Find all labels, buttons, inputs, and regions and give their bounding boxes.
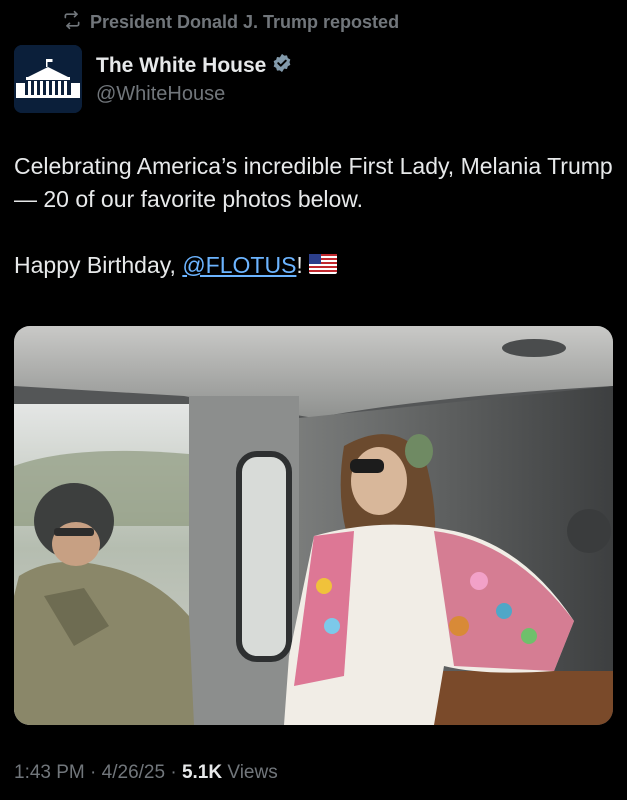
tweet-line-1: Celebrating America’s incredible First L… bbox=[14, 153, 613, 212]
us-flag-emoji bbox=[308, 250, 337, 283]
tweet-photo[interactable] bbox=[14, 326, 613, 725]
tweet-meta: 1:43 PM · 4/26/25 · 5.1K Views bbox=[14, 762, 278, 784]
tweet-line-2-prefix: Happy Birthday, bbox=[14, 252, 183, 278]
meta-separator-2: · bbox=[165, 762, 182, 783]
tweet-time[interactable]: 1:43 PM bbox=[14, 762, 85, 783]
views-label: Views bbox=[222, 762, 278, 783]
author-name[interactable]: The White House bbox=[96, 54, 266, 78]
tweet-text: Celebrating America’s incredible First L… bbox=[14, 150, 614, 283]
views-count[interactable]: 5.1K bbox=[182, 762, 222, 783]
repost-header[interactable]: President Donald J. Trump reposted bbox=[62, 10, 399, 35]
white-house-logo bbox=[14, 45, 82, 113]
verified-badge-icon bbox=[272, 53, 292, 79]
author-avatar[interactable] bbox=[14, 45, 82, 113]
tweet-date[interactable]: 4/26/25 bbox=[102, 762, 165, 783]
tweet-line-2: Happy Birthday, @FLOTUS! bbox=[14, 249, 614, 283]
mention-link[interactable]: @FLOTUS bbox=[182, 252, 296, 278]
photo bbox=[14, 326, 613, 725]
repost-icon bbox=[62, 10, 82, 35]
meta-separator-1: · bbox=[84, 762, 102, 783]
tweet-line-2-suffix: ! bbox=[296, 252, 303, 278]
author-block: The White House @WhiteHouse bbox=[14, 45, 292, 113]
author-handle[interactable]: @WhiteHouse bbox=[96, 83, 292, 106]
repost-text: President Donald J. Trump reposted bbox=[90, 12, 400, 32]
